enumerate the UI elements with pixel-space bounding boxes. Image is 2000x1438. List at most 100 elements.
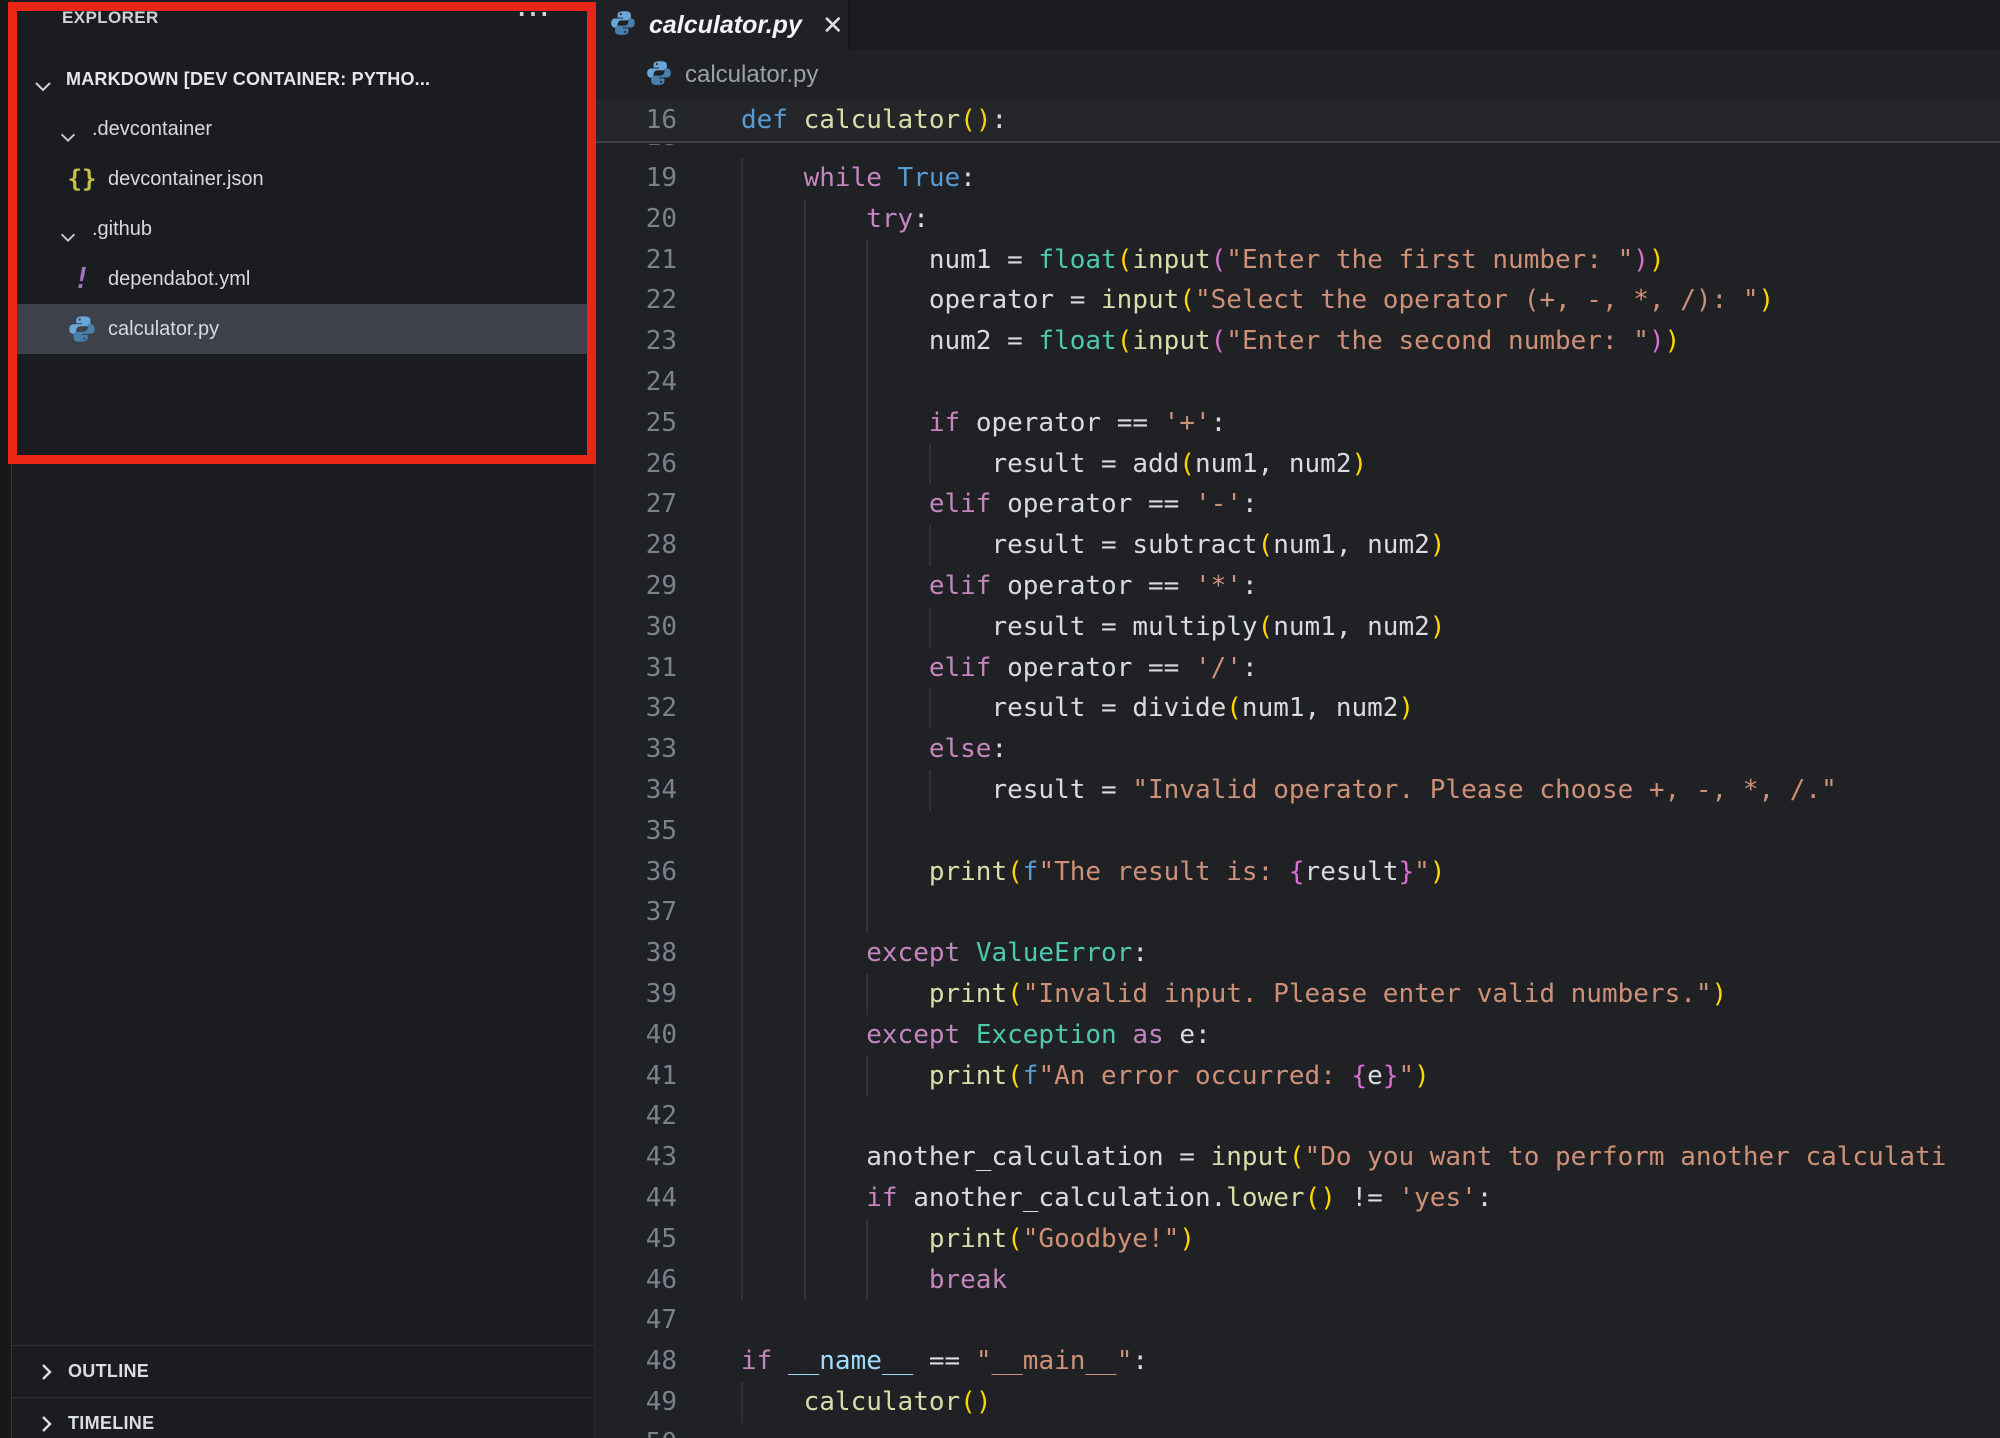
code-line-34[interactable]: 34 result = "Invalid operator. Please ch… <box>595 770 2000 811</box>
line-number: 42 <box>595 1096 677 1137</box>
line-number: 50 <box>595 1423 677 1438</box>
outline-panel-header[interactable]: OUTLINE <box>12 1346 594 1396</box>
indent-guide <box>804 892 806 933</box>
code-text: else: <box>741 729 1007 770</box>
code-line-30[interactable]: 30 result = multiply(num1, num2) <box>595 607 2000 648</box>
code-line-40[interactable]: 40 except Exception as e: <box>595 1015 2000 1056</box>
code-line-39[interactable]: 39 print("Invalid input. Please enter va… <box>595 974 2000 1015</box>
line-number: 29 <box>595 566 677 607</box>
line-number: 33 <box>595 729 677 770</box>
line-number: 25 <box>595 403 677 444</box>
code-text: another_calculation = input("Do you want… <box>741 1137 1946 1178</box>
code-text: def calculator(): <box>741 100 1007 141</box>
code-text: break <box>741 1260 1007 1301</box>
line-number: 49 <box>595 1382 677 1423</box>
line-number: 28 <box>595 525 677 566</box>
indent-guide <box>804 811 806 852</box>
code-line-22[interactable]: 22 operator = input("Select the operator… <box>595 280 2000 321</box>
code-line-33[interactable]: 33 else: <box>595 729 2000 770</box>
code-line-35[interactable]: 35 <box>595 811 2000 852</box>
code-text: num2 = float(input("Enter the second num… <box>741 321 1680 362</box>
code-text: try: <box>741 199 929 240</box>
indent-guide <box>741 1096 743 1137</box>
code-line-41[interactable]: 41 print(f"An error occurred: {e}") <box>595 1056 2000 1097</box>
outline-panel-label: OUTLINE <box>68 1346 149 1396</box>
timeline-panel-header[interactable]: TIMELINE <box>12 1398 594 1438</box>
code-line-36[interactable]: 36 print(f"The result is: {result}") <box>595 852 2000 893</box>
indent-guide <box>804 1096 806 1137</box>
code-line-31[interactable]: 31 elif operator == '/': <box>595 648 2000 689</box>
code-line-24[interactable]: 24 <box>595 362 2000 403</box>
code-line-47[interactable]: 47 <box>595 1300 2000 1341</box>
code-line-48[interactable]: 48if __name__ == "__main__": <box>595 1341 2000 1382</box>
line-number: 32 <box>595 688 677 729</box>
timeline-panel-label: TIMELINE <box>68 1398 154 1438</box>
code-line-16[interactable]: 16 def calculator(): <box>595 100 2000 141</box>
code-text: result = add(num1, num2) <box>741 444 1367 485</box>
python-icon <box>609 9 637 42</box>
code-line-32[interactable]: 32 result = divide(num1, num2) <box>595 688 2000 729</box>
line-number: 16 <box>595 100 677 141</box>
code-text: if another_calculation.lower() != 'yes': <box>741 1178 1492 1219</box>
code-line-50[interactable]: 50 <box>595 1423 2000 1438</box>
code-text: except ValueError: <box>741 933 1148 974</box>
code-line-21[interactable]: 21 num1 = float(input("Enter the first n… <box>595 240 2000 281</box>
sticky-scroll-line[interactable]: 16 def calculator(): <box>595 100 2000 143</box>
line-number: 22 <box>595 280 677 321</box>
code-line-38[interactable]: 38 except ValueError: <box>595 933 2000 974</box>
code-line-20[interactable]: 20 try: <box>595 199 2000 240</box>
code-text: elif operator == '-': <box>741 484 1258 525</box>
code-line-19[interactable]: 19 while True: <box>595 158 2000 199</box>
line-number: 20 <box>595 199 677 240</box>
close-icon[interactable]: ✕ <box>822 12 844 38</box>
indent-guide <box>866 362 868 403</box>
line-number: 39 <box>595 974 677 1015</box>
line-number: 44 <box>595 1178 677 1219</box>
indent-guide <box>741 892 743 933</box>
line-number: 37 <box>595 892 677 933</box>
code-line-26[interactable]: 26 result = add(num1, num2) <box>595 444 2000 485</box>
line-number: 27 <box>595 484 677 525</box>
code-line-28[interactable]: 28 result = subtract(num1, num2) <box>595 525 2000 566</box>
line-number: 30 <box>595 607 677 648</box>
code-line-44[interactable]: 44 if another_calculation.lower() != 'ye… <box>595 1178 2000 1219</box>
line-number: 24 <box>595 362 677 403</box>
code-line-42[interactable]: 42 <box>595 1096 2000 1137</box>
code-text: print(f"The result is: {result}") <box>741 852 1445 893</box>
line-number: 26 <box>595 444 677 485</box>
line-number: 19 <box>595 158 677 199</box>
code-text: if __name__ == "__main__": <box>741 1341 1148 1382</box>
chevron-right-icon <box>34 1412 58 1436</box>
code-line-43[interactable]: 43 another_calculation = input("Do you w… <box>595 1137 2000 1178</box>
vscode-window: EXPLORER ⋯ MARKDOWN [DEV CONTAINER: PYTH… <box>0 0 2000 1438</box>
line-number: 36 <box>595 852 677 893</box>
breadcrumb-file-label: calculator.py <box>685 61 818 89</box>
annotation-rectangle <box>8 2 596 464</box>
code-line-37[interactable]: 37 <box>595 892 2000 933</box>
line-number: 43 <box>595 1137 677 1178</box>
breadcrumb[interactable]: calculator.py <box>595 50 2000 100</box>
indent-guide <box>741 811 743 852</box>
code-line-23[interactable]: 23 num2 = float(input("Enter the second … <box>595 321 2000 362</box>
code-line-27[interactable]: 27 elif operator == '-': <box>595 484 2000 525</box>
python-icon <box>645 59 673 92</box>
code-line-29[interactable]: 29 elif operator == '*': <box>595 566 2000 607</box>
code-text: print("Invalid input. Please enter valid… <box>741 974 1727 1015</box>
indent-guide <box>866 811 868 852</box>
code-text: result = subtract(num1, num2) <box>741 525 1445 566</box>
code-line-25[interactable]: 25 if operator == '+': <box>595 403 2000 444</box>
line-number: 46 <box>595 1260 677 1301</box>
code-text: print(f"An error occurred: {e}") <box>741 1056 1430 1097</box>
code-text: result = divide(num1, num2) <box>741 688 1414 729</box>
line-number: 34 <box>595 770 677 811</box>
chevron-right-icon <box>34 1360 58 1384</box>
tab-calculator-py[interactable]: calculator.py ✕ <box>595 0 849 50</box>
code-text: elif operator == '/': <box>741 648 1258 689</box>
code-line-46[interactable]: 46 break <box>595 1260 2000 1301</box>
code-line-49[interactable]: 49 calculator() <box>595 1382 2000 1423</box>
code-text: result = multiply(num1, num2) <box>741 607 1445 648</box>
code-line-45[interactable]: 45 print("Goodbye!") <box>595 1219 2000 1260</box>
tab-label: calculator.py <box>649 11 802 40</box>
code-text: num1 = float(input("Enter the first numb… <box>741 240 1665 281</box>
code-text: except Exception as e: <box>741 1015 1211 1056</box>
